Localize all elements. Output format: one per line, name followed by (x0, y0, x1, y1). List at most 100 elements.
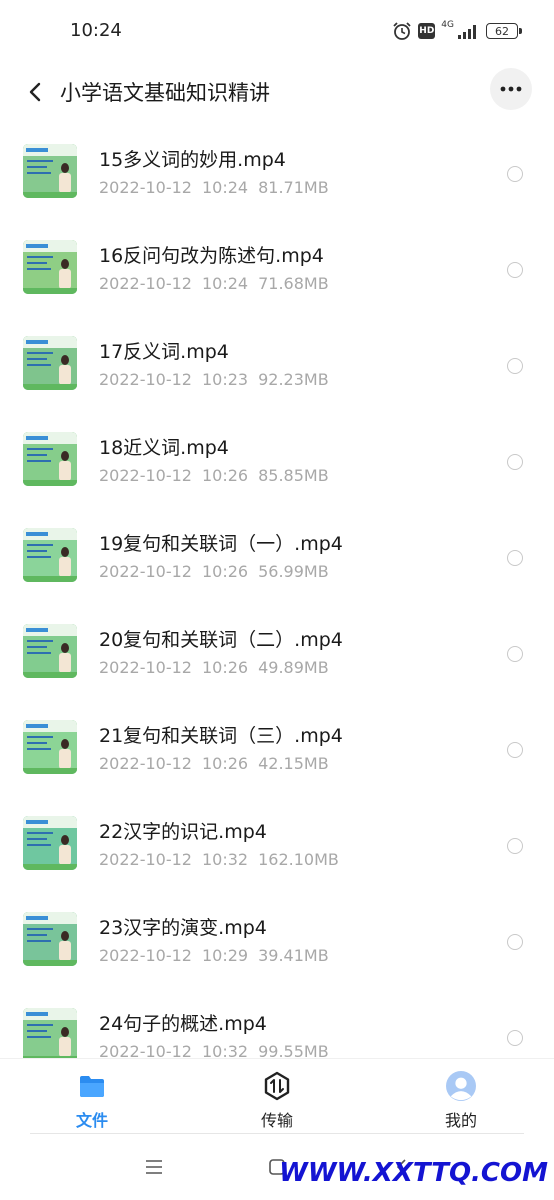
file-list-item[interactable]: 24句子的概述.mp4 2022-10-12 10:32 99.55MB (0, 986, 554, 1058)
file-meta: 2022-10-12 10:24 71.68MB (99, 274, 339, 293)
file-list-item[interactable]: 15多义词的妙用.mp4 2022-10-12 10:24 81.71MB (0, 122, 554, 218)
file-name: 22汉字的识记.mp4 (99, 821, 267, 843)
tab-profile-label: 我的 (444, 1111, 477, 1130)
file-date: 2022-10-12 (99, 1042, 192, 1058)
video-thumbnail-image (23, 432, 77, 486)
file-time: 10:26 (201, 466, 249, 485)
file-name: 17反义词.mp4 (99, 341, 229, 363)
file-size: 162.10MB (258, 850, 339, 869)
status-icons: HD 4G 62 (392, 19, 522, 41)
battery-indicator: 62 (486, 23, 522, 39)
select-radio[interactable] (507, 934, 523, 950)
file-time: 10:26 (201, 754, 249, 773)
file-date: 2022-10-12 (99, 370, 192, 389)
bottom-tab-bar: 文件 传输 我的 (0, 1058, 554, 1134)
file-size: 56.99MB (258, 562, 329, 581)
file-date: 2022-10-12 (99, 658, 192, 677)
video-thumbnail (23, 240, 77, 294)
video-thumbnail (23, 1008, 77, 1058)
file-time: 10:26 (201, 562, 249, 581)
select-radio[interactable] (507, 262, 523, 278)
file-date: 2022-10-12 (99, 850, 192, 869)
file-list-item[interactable]: 16反问句改为陈述句.mp4 2022-10-12 10:24 71.68MB (0, 218, 554, 314)
more-dots-icon (500, 86, 522, 92)
tab-transfer[interactable]: 传输 (237, 1071, 317, 1131)
video-thumbnail (23, 432, 77, 486)
file-size: 42.15MB (258, 754, 329, 773)
select-radio[interactable] (507, 742, 523, 758)
video-thumbnail-image (23, 1008, 77, 1058)
file-name: 21复句和关联词（三）.mp4 (99, 725, 343, 747)
tab-profile[interactable]: 我的 (421, 1071, 501, 1131)
file-list-item[interactable]: 18近义词.mp4 2022-10-12 10:26 85.85MB (0, 410, 554, 506)
file-date: 2022-10-12 (99, 466, 192, 485)
file-meta: 2022-10-12 10:24 81.71MB (99, 178, 339, 197)
select-radio[interactable] (507, 550, 523, 566)
file-size: 39.41MB (258, 946, 329, 965)
back-button[interactable] (18, 75, 52, 109)
file-name: 23汉字的演变.mp4 (99, 917, 267, 939)
file-list-item[interactable]: 21复句和关联词（三）.mp4 2022-10-12 10:26 42.15MB (0, 698, 554, 794)
file-time: 10:24 (201, 178, 249, 197)
file-meta: 2022-10-12 10:32 162.10MB (99, 850, 349, 869)
video-thumbnail (23, 336, 77, 390)
file-list: 15多义词的妙用.mp4 2022-10-12 10:24 81.71MB 16反问… (0, 122, 554, 1058)
video-thumbnail-image (23, 816, 77, 870)
select-radio[interactable] (507, 166, 523, 182)
folder-icon (77, 1071, 107, 1101)
select-radio[interactable] (507, 646, 523, 662)
page-title: 小学语文基础知识精讲 (60, 81, 270, 105)
network-type: 4G (441, 19, 454, 30)
file-meta: 2022-10-12 10:32 99.55MB (99, 1042, 339, 1058)
watermark: WWW.XXTTQ.COM (279, 1158, 548, 1188)
file-size: 49.89MB (258, 658, 329, 677)
file-meta: 2022-10-12 10:26 49.89MB (99, 658, 339, 677)
select-radio[interactable] (507, 838, 523, 854)
tab-files[interactable]: 文件 (52, 1071, 132, 1131)
file-date: 2022-10-12 (99, 274, 192, 293)
select-radio[interactable] (507, 1030, 523, 1046)
more-options-button[interactable] (490, 68, 532, 110)
select-radio[interactable] (507, 358, 523, 374)
video-thumbnail-image (23, 720, 77, 774)
file-name: 15多义词的妙用.mp4 (99, 149, 286, 171)
file-date: 2022-10-12 (99, 946, 192, 965)
file-time: 10:32 (201, 850, 249, 869)
file-date: 2022-10-12 (99, 178, 192, 197)
file-date: 2022-10-12 (99, 754, 192, 773)
file-name: 20复句和关联词（二）.mp4 (99, 629, 343, 651)
transfer-icon (262, 1071, 292, 1101)
signal-icon (458, 25, 476, 39)
status-bar: 10:24 HD 4G 62 (0, 0, 554, 64)
file-meta: 2022-10-12 10:29 39.41MB (99, 946, 339, 965)
file-meta: 2022-10-12 10:26 56.99MB (99, 562, 339, 581)
video-thumbnail-image (23, 240, 77, 294)
file-size: 92.23MB (258, 370, 329, 389)
video-thumbnail (23, 816, 77, 870)
alarm-icon (393, 22, 411, 40)
file-time: 10:29 (201, 946, 249, 965)
hd-badge: HD (418, 23, 436, 39)
video-thumbnail (23, 912, 77, 966)
video-thumbnail (23, 720, 77, 774)
file-meta: 2022-10-12 10:26 42.15MB (99, 754, 339, 773)
file-size: 85.85MB (258, 466, 329, 485)
file-date: 2022-10-12 (99, 562, 192, 581)
file-list-item[interactable]: 17反义词.mp4 2022-10-12 10:23 92.23MB (0, 314, 554, 410)
file-list-item[interactable]: 22汉字的识记.mp4 2022-10-12 10:32 162.10MB (0, 794, 554, 890)
file-size: 71.68MB (258, 274, 329, 293)
select-radio[interactable] (507, 454, 523, 470)
file-meta: 2022-10-12 10:23 92.23MB (99, 370, 339, 389)
file-list-item[interactable]: 23汉字的演变.mp4 2022-10-12 10:29 39.41MB (0, 890, 554, 986)
file-list-item[interactable]: 19复句和关联词（一）.mp4 2022-10-12 10:26 56.99MB (0, 506, 554, 602)
menu-button[interactable] (142, 1155, 166, 1179)
file-time: 10:26 (201, 658, 249, 677)
file-list-item[interactable]: 20复句和关联词（二）.mp4 2022-10-12 10:26 49.89MB (0, 602, 554, 698)
file-name: 19复句和关联词（一）.mp4 (99, 533, 343, 555)
file-name: 18近义词.mp4 (99, 437, 229, 459)
video-thumbnail-image (23, 144, 77, 198)
video-thumbnail (23, 528, 77, 582)
video-thumbnail (23, 144, 77, 198)
file-time: 10:32 (201, 1042, 249, 1058)
video-thumbnail-image (23, 336, 77, 390)
